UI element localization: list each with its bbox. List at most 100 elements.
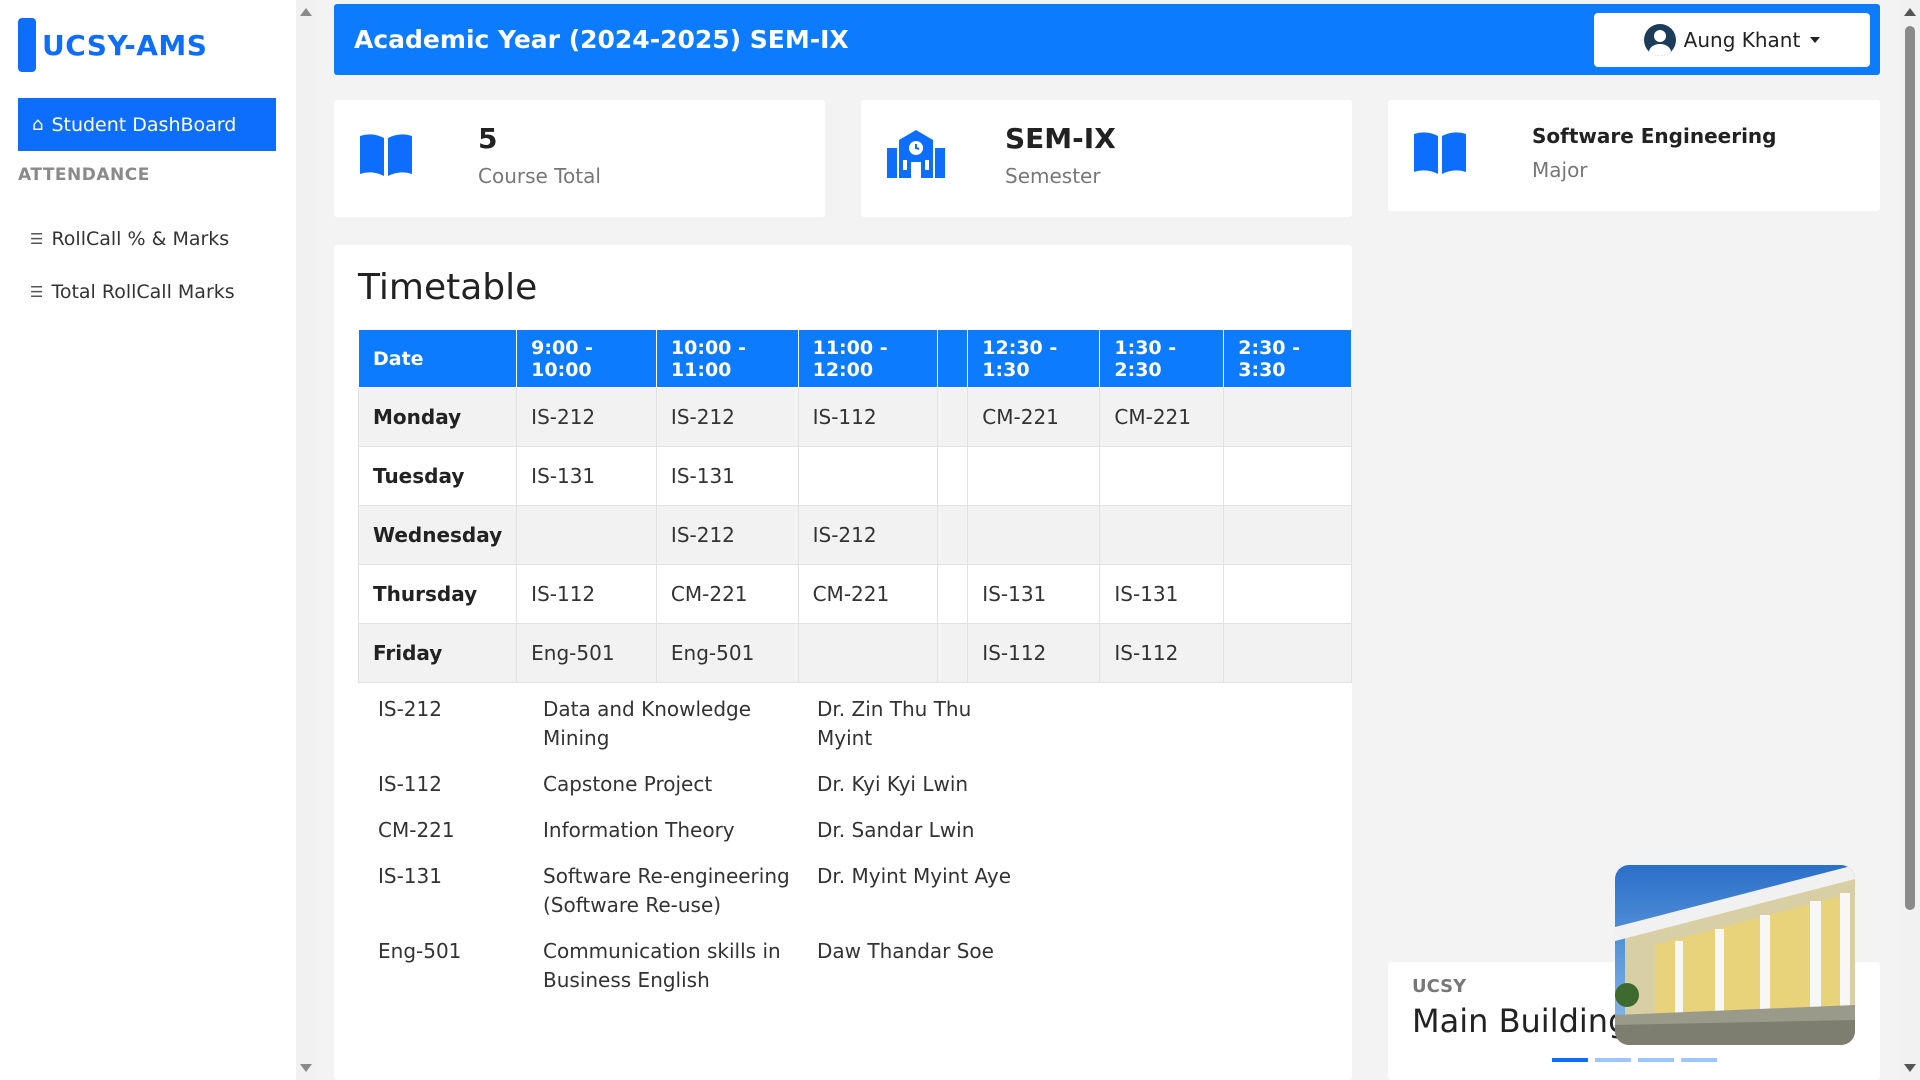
home-icon: ⌂ xyxy=(32,114,44,135)
timetable-title: Timetable xyxy=(358,267,538,308)
scroll-up-arrow-icon[interactable] xyxy=(300,8,312,16)
nav-total-rollcall-marks-label: Total RollCall Marks xyxy=(51,281,235,303)
table-cell: Tuesday xyxy=(357,446,518,506)
course-name: Software Re-engineering (Software Re-use… xyxy=(543,864,790,917)
brand-name: UCSY-AMS xyxy=(42,28,208,62)
table-cell: Monday xyxy=(357,387,518,447)
list-item: CM-221 Information Theory Dr. Sandar Lwi… xyxy=(378,816,1017,845)
table-cell xyxy=(937,505,969,565)
table-cell: CM-221 xyxy=(1099,387,1225,447)
col-header: 10:00 - 11:00 xyxy=(655,329,799,388)
table-cell: Thursday xyxy=(357,564,518,624)
carousel-dot[interactable] xyxy=(1595,1058,1631,1062)
carousel-caption: Main Building xyxy=(1412,1002,1629,1040)
main-building-photo xyxy=(1615,865,1855,1045)
nav-total-rollcall-marks[interactable]: ☰ Total RollCall Marks xyxy=(30,281,235,303)
course-name: Data and Knowledge Mining xyxy=(543,697,752,750)
table-cell xyxy=(1223,505,1352,565)
course-name: Communication skills in Business English xyxy=(543,939,781,992)
brand-bar xyxy=(18,18,36,72)
table-row: Thursday IS-112 CM-221 CM-221 IS-131 IS-… xyxy=(357,564,1352,624)
col-header: 11:00 - 12:00 xyxy=(797,329,939,388)
table-cell: Friday xyxy=(357,623,518,683)
table-cell: CM-221 xyxy=(967,387,1101,447)
table-cell: IS-112 xyxy=(516,564,657,624)
table-row: Monday IS-212 IS-212 IS-112 CM-221 CM-22… xyxy=(357,387,1352,447)
nav-student-dashboard-label: Student DashBoard xyxy=(51,113,237,136)
scrollbar-thumb[interactable] xyxy=(1905,26,1915,910)
course-teacher: Dr. Kyi Kyi Lwin xyxy=(817,772,969,796)
timetable-table: Date 9:00 - 10:00 10:00 - 11:00 11:00 - … xyxy=(357,329,1352,683)
table-cell: Eng-501 xyxy=(655,623,799,683)
table-cell: IS-112 xyxy=(797,387,939,447)
list-item: Eng-501 Communication skills in Business… xyxy=(378,937,1017,995)
brand-logo[interactable]: UCSY-AMS xyxy=(18,18,207,72)
nav-student-dashboard[interactable]: ⌂ Student DashBoard xyxy=(18,98,276,151)
course-code: IS-131 xyxy=(378,864,442,888)
user-name: Aung Khant xyxy=(1683,28,1801,52)
table-cell: IS-212 xyxy=(655,505,799,565)
col-header: 9:00 - 10:00 xyxy=(516,329,657,388)
carousel-dot[interactable] xyxy=(1681,1058,1717,1062)
semester-label: Semester xyxy=(1005,164,1101,188)
table-cell xyxy=(967,505,1101,565)
col-header xyxy=(937,329,969,388)
table-cell: IS-212 xyxy=(516,387,657,447)
course-code: IS-112 xyxy=(378,772,442,796)
user-menu-button[interactable]: Aung Khant xyxy=(1594,13,1870,67)
major-label: Major xyxy=(1532,158,1588,182)
table-cell xyxy=(1099,505,1225,565)
stat-card-semester: SEM-IX Semester xyxy=(861,100,1352,217)
course-code: Eng-501 xyxy=(378,939,462,963)
course-teacher: Dr. Myint Myint Aye xyxy=(817,864,1012,888)
table-cell xyxy=(516,505,657,565)
table-cell xyxy=(937,623,969,683)
table-cell xyxy=(797,446,939,506)
course-teacher: Dr. Zin Thu Thu Myint xyxy=(817,697,972,750)
avatar-icon xyxy=(1643,24,1676,56)
course-name: Information Theory xyxy=(543,818,735,842)
course-name: Capstone Project xyxy=(543,772,713,796)
course-total-value: 5 xyxy=(478,122,498,155)
col-header: 1:30 - 2:30 xyxy=(1099,329,1225,388)
page-title: Academic Year (2024-2025) SEM-IX xyxy=(354,25,849,54)
major-value: Software Engineering xyxy=(1532,124,1777,148)
scroll-up-arrow-icon[interactable] xyxy=(1904,8,1916,16)
nav-rollcall-marks-label: RollCall % & Marks xyxy=(51,228,230,250)
course-total-label: Course Total xyxy=(478,164,601,188)
timetable-card: Timetable Date 9:00 - 10:00 10:00 - 11:0… xyxy=(334,245,1352,1080)
carousel-dot[interactable] xyxy=(1638,1058,1674,1062)
caret-down-icon xyxy=(1810,37,1821,43)
table-cell: IS-212 xyxy=(655,387,799,447)
table-row: Tuesday IS-131 IS-131 xyxy=(357,446,1352,506)
course-legend: IS-212 Data and Knowledge Mining Dr. Zin… xyxy=(378,695,1017,1012)
course-teacher: Dr. Sandar Lwin xyxy=(817,818,975,842)
table-cell xyxy=(1223,387,1352,447)
table-cell xyxy=(1099,446,1225,506)
table-cell xyxy=(967,446,1101,506)
list-item: IS-212 Data and Knowledge Mining Dr. Zin… xyxy=(378,695,1017,753)
school-icon xyxy=(887,130,945,178)
table-cell: IS-131 xyxy=(1099,564,1225,624)
table-cell: CM-221 xyxy=(655,564,799,624)
timetable-header-row: Date 9:00 - 10:00 10:00 - 11:00 11:00 - … xyxy=(357,329,1352,388)
table-cell: IS-131 xyxy=(516,446,657,506)
scroll-down-arrow-icon[interactable] xyxy=(1904,1064,1916,1072)
table-cell: IS-112 xyxy=(967,623,1101,683)
book-icon xyxy=(1414,132,1466,174)
scroll-down-arrow-icon[interactable] xyxy=(300,1064,312,1072)
sidebar-scrollbar[interactable] xyxy=(296,0,316,1080)
carousel-dot[interactable] xyxy=(1552,1058,1588,1062)
col-header: 2:30 - 3:30 xyxy=(1223,329,1352,388)
table-cell: IS-131 xyxy=(655,446,799,506)
table-cell: Wednesday xyxy=(357,505,518,565)
table-row: Friday Eng-501 Eng-501 IS-112 IS-112 xyxy=(357,623,1352,683)
building-image xyxy=(1615,865,1855,1045)
table-cell xyxy=(937,564,969,624)
table-cell: IS-212 xyxy=(797,505,939,565)
table-row: Wednesday IS-212 IS-212 xyxy=(357,505,1352,565)
page-scrollbar[interactable] xyxy=(1900,0,1920,1080)
list-item: IS-112 Capstone Project Dr. Kyi Kyi Lwin xyxy=(378,770,1017,799)
section-attendance: ATTENDANCE xyxy=(18,165,150,185)
nav-rollcall-marks[interactable]: ☰ RollCall % & Marks xyxy=(30,228,229,250)
